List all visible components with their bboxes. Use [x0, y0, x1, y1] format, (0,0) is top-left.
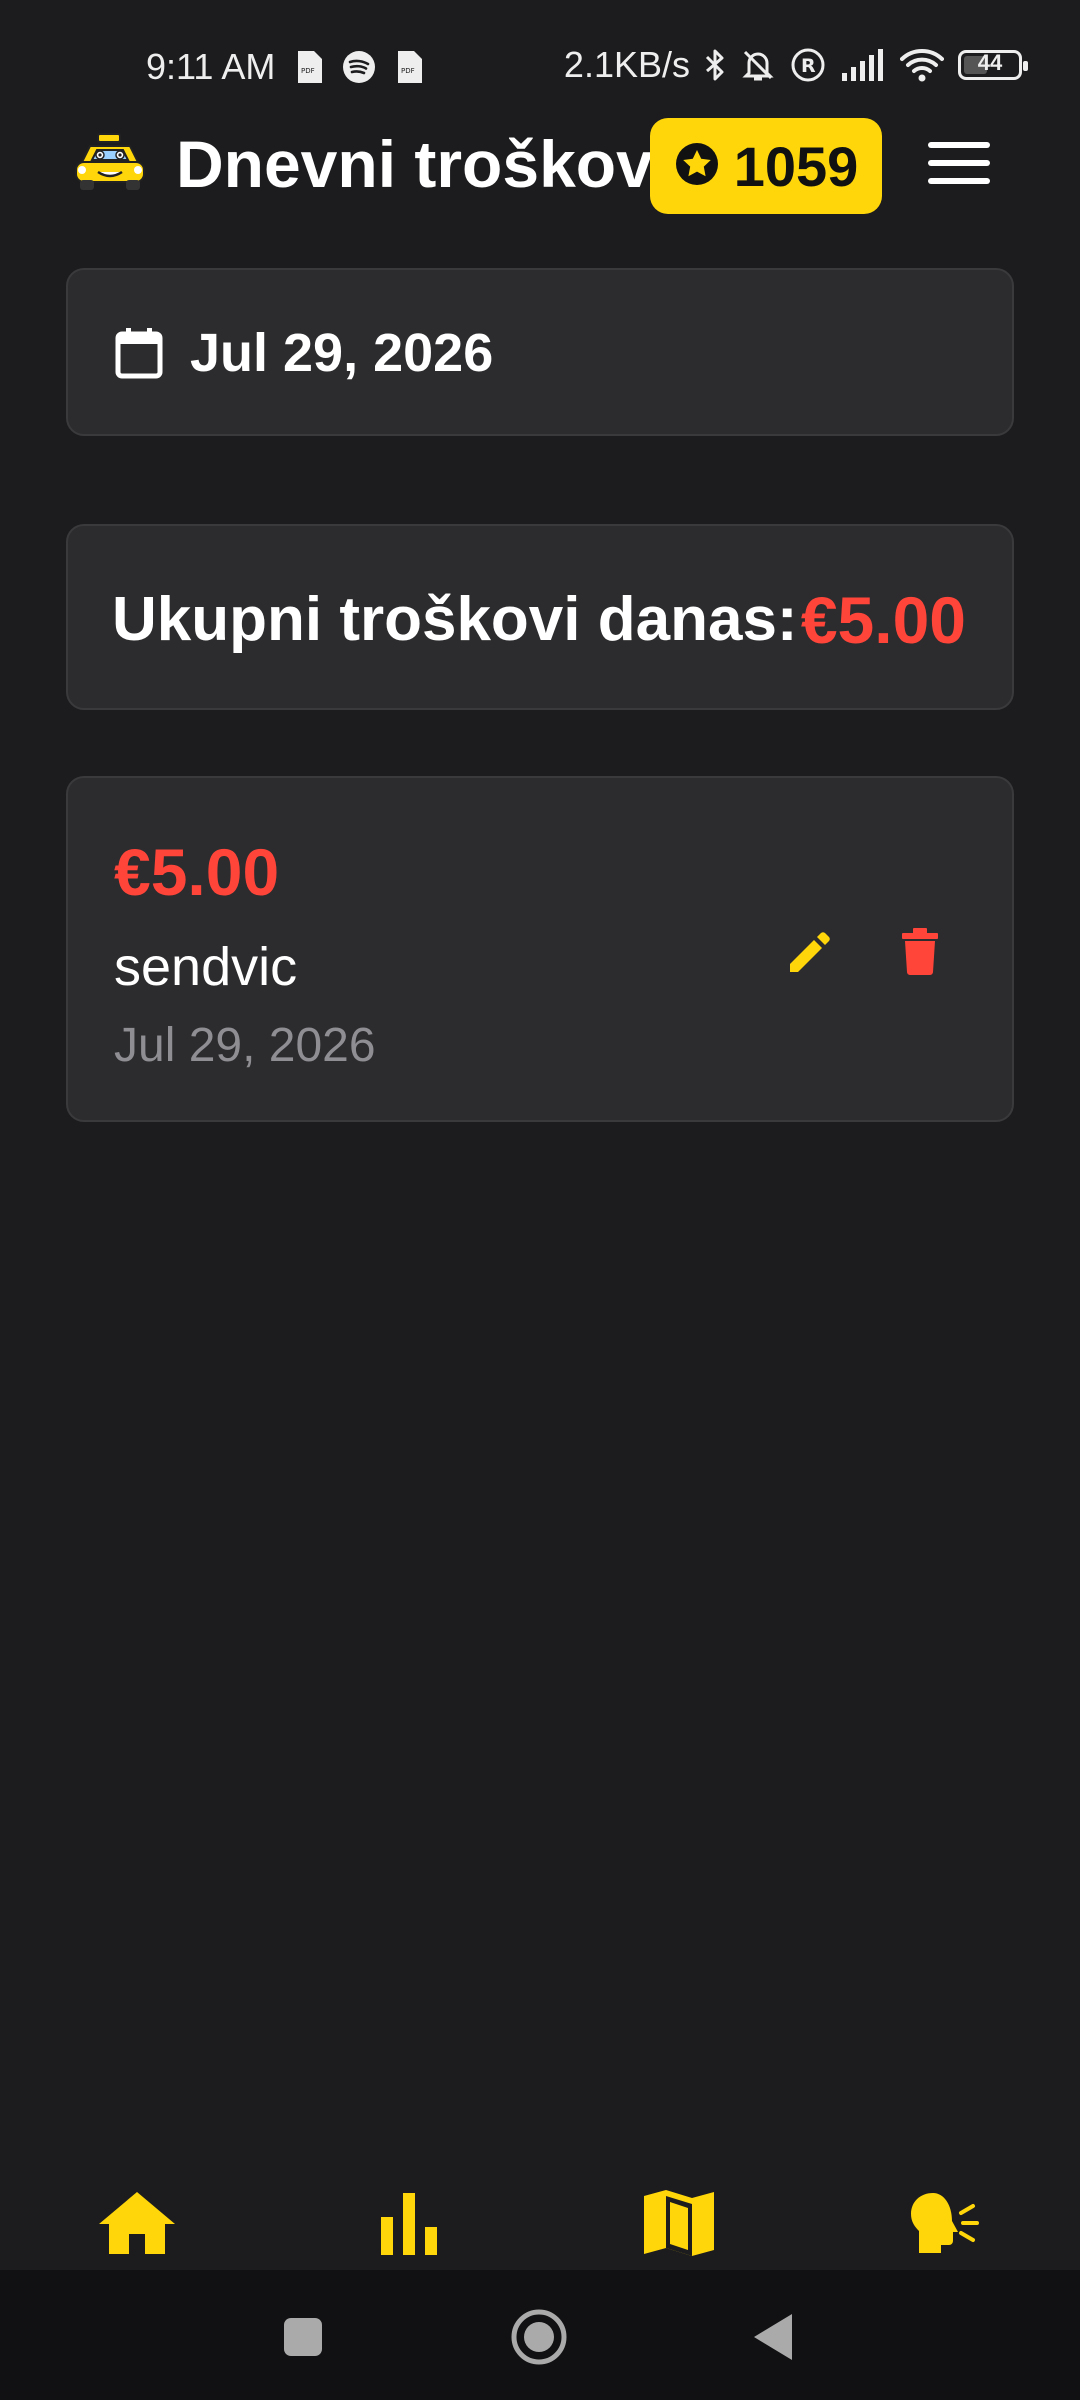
mute-bell-icon	[740, 47, 776, 83]
svg-text:PDF: PDF	[301, 67, 315, 75]
star-icon	[674, 141, 720, 192]
daily-total-amount: €5.00	[800, 583, 966, 657]
date-selector[interactable]: Jul 29, 2026	[66, 268, 1014, 436]
nav-home[interactable]	[92, 2180, 182, 2270]
selected-date: Jul 29, 2026	[190, 323, 494, 383]
daily-total-label: Ukupni troškovi danas:	[112, 585, 798, 654]
bottom-navigation	[0, 2180, 1080, 2270]
bluetooth-icon	[704, 47, 726, 83]
expense-item[interactable]: €5.00 sendvic Jul 29, 2026	[66, 776, 1014, 1122]
registered-icon: R	[790, 47, 826, 83]
nav-map[interactable]	[634, 2180, 724, 2270]
pdf-icon: PDF	[296, 51, 322, 83]
svg-text:PDF: PDF	[401, 67, 415, 75]
edit-pencil-icon[interactable]	[782, 924, 838, 980]
page-title: Dnevni troškovi	[176, 127, 672, 201]
status-bar: 9:11 AM PDF PDF 2.1KB/s R 44	[0, 0, 1080, 120]
hamburger-menu-icon[interactable]	[928, 142, 990, 194]
svg-text:R: R	[801, 55, 816, 77]
signal-icon	[840, 49, 886, 81]
status-time: 9:11 AM	[146, 46, 276, 87]
app-header: Dnevni troškovi 1059	[0, 118, 1080, 228]
wifi-icon	[900, 48, 944, 82]
battery-icon: 44	[958, 50, 1028, 80]
points-badge[interactable]: 1059	[650, 118, 882, 214]
battery-level: 44	[977, 50, 1003, 75]
daily-total-card: Ukupni troškovi danas: €5.00	[66, 524, 1014, 710]
expense-date: Jul 29, 2026	[114, 1019, 376, 1072]
spotify-icon	[342, 50, 376, 84]
nav-voice[interactable]	[900, 2180, 990, 2270]
status-notification-icons: PDF PDF	[296, 50, 422, 84]
speaking-head-icon	[909, 2191, 981, 2260]
status-system-icons: 2.1KB/s R 44	[563, 44, 1028, 86]
expense-amount: €5.00	[114, 835, 280, 909]
calendar-icon	[114, 326, 164, 385]
points-value: 1059	[733, 134, 859, 198]
nav-statistics[interactable]	[364, 2180, 454, 2270]
home-button-icon[interactable]	[510, 2308, 568, 2371]
delete-trash-icon[interactable]	[892, 924, 948, 980]
stats-bar-chart-icon	[379, 2191, 439, 2260]
map-icon	[642, 2188, 716, 2263]
back-icon[interactable]	[752, 2312, 794, 2367]
network-speed: 2.1KB/s	[563, 44, 690, 85]
pdf-icon: PDF	[396, 51, 422, 83]
home-icon	[97, 2190, 177, 2261]
recent-apps-icon[interactable]	[282, 2316, 324, 2363]
expense-description: sendvic	[114, 937, 298, 997]
system-navigation-bar	[0, 2270, 1080, 2400]
taxi-car-logo	[72, 128, 148, 198]
